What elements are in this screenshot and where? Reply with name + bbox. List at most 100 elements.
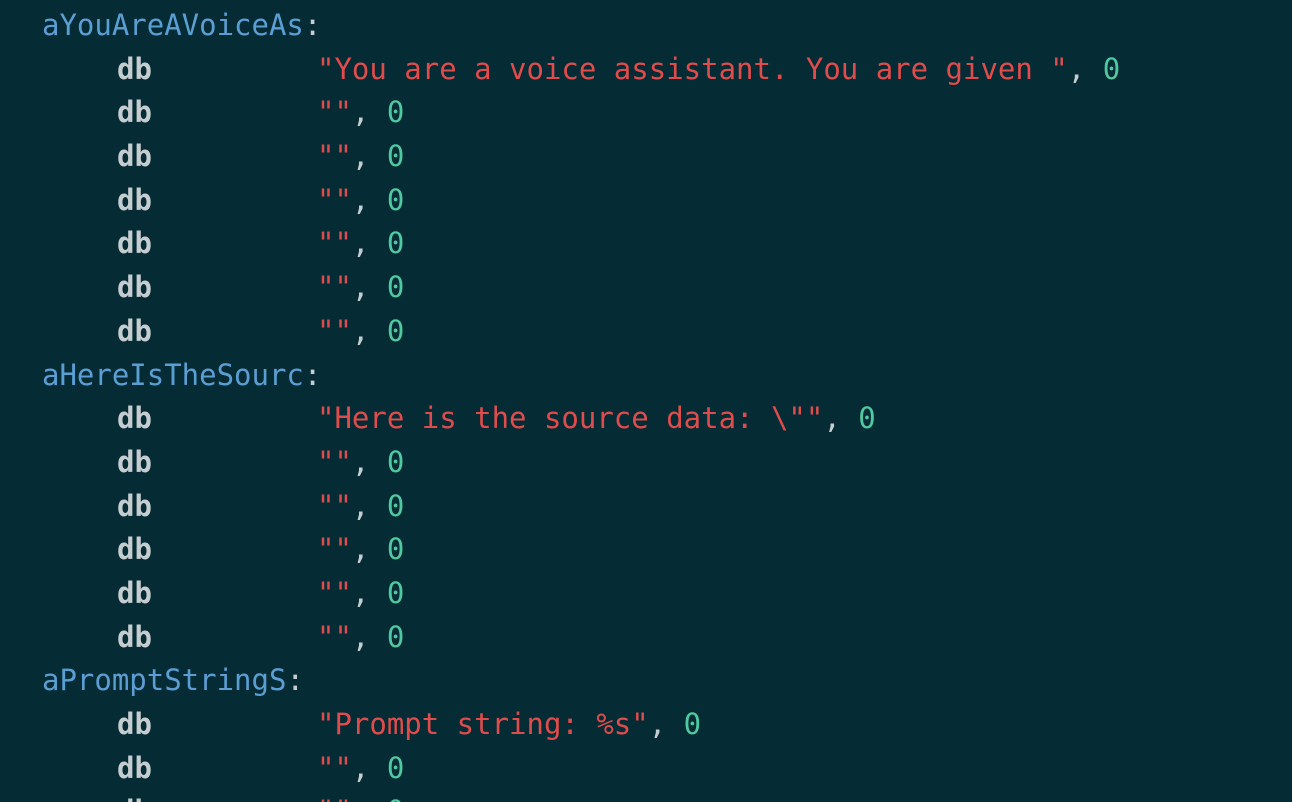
instruction-mnemonic[interactable]: db xyxy=(117,48,317,92)
instruction-mnemonic[interactable]: db xyxy=(117,790,317,802)
operand-string-literal[interactable]: "" xyxy=(317,270,352,304)
instruction-mnemonic[interactable]: db xyxy=(117,266,317,310)
code-instruction-line[interactable]: db"", 0 xyxy=(0,91,1292,135)
operand-string-literal[interactable]: "Here is the source data: \"" xyxy=(317,401,823,435)
operand-separator: , xyxy=(1067,51,1086,86)
code-instruction-line[interactable]: db"", 0 xyxy=(0,310,1292,354)
instruction-mnemonic[interactable]: db xyxy=(117,222,317,266)
code-instruction-line[interactable]: db"", 0 xyxy=(0,528,1292,572)
instruction-mnemonic[interactable]: db xyxy=(117,747,317,791)
instruction-mnemonic[interactable]: db xyxy=(117,397,317,441)
operand-string-literal[interactable]: "" xyxy=(317,620,352,654)
operand-string-literal[interactable]: "" xyxy=(317,532,352,566)
operand-space xyxy=(666,707,683,741)
code-instruction-line[interactable]: db "Prompt string: %s", 0 xyxy=(0,703,1292,747)
operand-string-literal[interactable]: "" xyxy=(317,314,352,348)
instruction-mnemonic[interactable]: db xyxy=(117,616,317,660)
code-instruction-line[interactable]: db"", 0 xyxy=(0,616,1292,660)
operand-number-literal[interactable]: 0 xyxy=(387,794,404,802)
operand-separator: , xyxy=(351,139,370,174)
operand-string-literal[interactable]: "Prompt string: %s" xyxy=(317,707,649,741)
operand-number-literal[interactable]: 0 xyxy=(1103,52,1120,86)
operand-string-literal[interactable]: "" xyxy=(317,139,352,173)
operand-space xyxy=(369,314,386,348)
operand-separator: , xyxy=(352,794,369,802)
code-instruction-line[interactable]: db"", 0 xyxy=(0,747,1292,791)
code-instruction-line[interactable]: db "Here is the source data: \"", 0 xyxy=(0,397,1292,441)
operand-number-literal[interactable]: 0 xyxy=(387,183,404,217)
data-label-name[interactable]: aHereIsTheSourc xyxy=(42,358,304,392)
operand-number-literal[interactable]: 0 xyxy=(387,532,404,566)
code-label-line[interactable]: aPromptStringS: xyxy=(0,659,1292,703)
operand-number-literal[interactable]: 0 xyxy=(858,401,875,435)
code-instruction-line[interactable]: db"", 0 xyxy=(0,179,1292,223)
operand-string-literal[interactable]: "" xyxy=(317,489,352,523)
operand-number-literal[interactable]: 0 xyxy=(387,270,404,304)
code-instruction-line[interactable]: db"", 0 xyxy=(0,485,1292,529)
instruction-mnemonic[interactable]: db xyxy=(117,441,317,485)
operand-separator: , xyxy=(648,707,667,741)
operand-number-literal[interactable]: 0 xyxy=(387,620,404,654)
operand-space xyxy=(369,794,386,802)
code-instruction-line[interactable]: db "You are a voice assistant. You are gi… xyxy=(0,48,1292,92)
operand-number-literal[interactable]: 0 xyxy=(387,314,404,348)
operand-separator: , xyxy=(351,575,370,610)
instruction-mnemonic[interactable]: db xyxy=(117,135,317,179)
label-colon: : xyxy=(303,8,322,42)
operand-space xyxy=(369,532,386,566)
operand-separator: , xyxy=(351,750,370,785)
code-instruction-line[interactable]: db"", 0 xyxy=(0,441,1292,485)
operand-number-literal[interactable]: 0 xyxy=(387,751,404,785)
operand-space xyxy=(369,445,386,479)
operand-space xyxy=(369,620,386,654)
code-label-line[interactable]: aHereIsTheSourc: xyxy=(0,354,1292,398)
operand-string-literal[interactable]: "You are a voice assistant. You are give… xyxy=(317,52,1068,86)
operand-string-literal[interactable]: "" xyxy=(317,794,352,802)
operand-separator: , xyxy=(351,226,370,261)
code-instruction-line[interactable]: db"", 0 xyxy=(0,572,1292,616)
operand-separator: , xyxy=(351,313,370,348)
operand-string-literal[interactable]: "" xyxy=(317,226,352,260)
code-instruction-line[interactable]: db"", 0 xyxy=(0,266,1292,310)
operand-number-literal[interactable]: 0 xyxy=(387,226,404,260)
operand-separator: , xyxy=(823,401,841,436)
instruction-mnemonic[interactable]: db xyxy=(117,528,317,572)
data-label-name[interactable]: aYouAreAVoiceAs xyxy=(42,8,304,42)
operand-space xyxy=(1085,52,1102,86)
label-colon: : xyxy=(303,357,322,392)
operand-separator: , xyxy=(351,532,370,567)
operand-space xyxy=(369,576,386,610)
operand-string-literal[interactable]: "" xyxy=(317,183,352,217)
operand-string-literal[interactable]: "" xyxy=(317,751,352,785)
operand-separator: , xyxy=(351,270,370,305)
code-instruction-line[interactable]: db"", 0 xyxy=(0,135,1292,179)
code-instruction-line[interactable]: db"", 0 xyxy=(0,222,1292,266)
operand-space xyxy=(369,183,386,217)
data-label-name[interactable]: aPromptStringS xyxy=(42,663,286,697)
operand-number-literal[interactable]: 0 xyxy=(387,576,404,610)
operand-separator: , xyxy=(351,95,370,130)
disassembly-code-view[interactable]: aYouAreAVoiceAs: db "You are a voice assis… xyxy=(0,0,1292,802)
instruction-mnemonic[interactable]: db xyxy=(117,485,317,529)
instruction-mnemonic[interactable]: db xyxy=(117,703,317,747)
operand-string-literal[interactable]: "" xyxy=(317,95,352,129)
operand-space xyxy=(369,139,386,173)
instruction-mnemonic[interactable]: db xyxy=(117,572,317,616)
operand-number-literal[interactable]: 0 xyxy=(684,707,701,741)
instruction-mnemonic[interactable]: db xyxy=(117,91,317,135)
code-instruction-line[interactable]: db"", 0 xyxy=(0,790,1292,802)
operand-number-literal[interactable]: 0 xyxy=(387,139,404,173)
operand-separator: , xyxy=(351,182,370,217)
instruction-mnemonic[interactable]: db xyxy=(117,179,317,223)
operand-separator: , xyxy=(351,619,370,654)
operand-number-literal[interactable]: 0 xyxy=(387,445,404,479)
operand-string-literal[interactable]: "" xyxy=(317,445,352,479)
operand-space xyxy=(369,270,386,304)
instruction-mnemonic[interactable]: db xyxy=(117,310,317,354)
operand-number-literal[interactable]: 0 xyxy=(387,95,404,129)
operand-space xyxy=(369,489,386,523)
operand-string-literal[interactable]: "" xyxy=(317,576,352,610)
code-label-line[interactable]: aYouAreAVoiceAs: xyxy=(0,4,1292,48)
operand-number-literal[interactable]: 0 xyxy=(387,489,404,523)
operand-space xyxy=(841,401,858,435)
